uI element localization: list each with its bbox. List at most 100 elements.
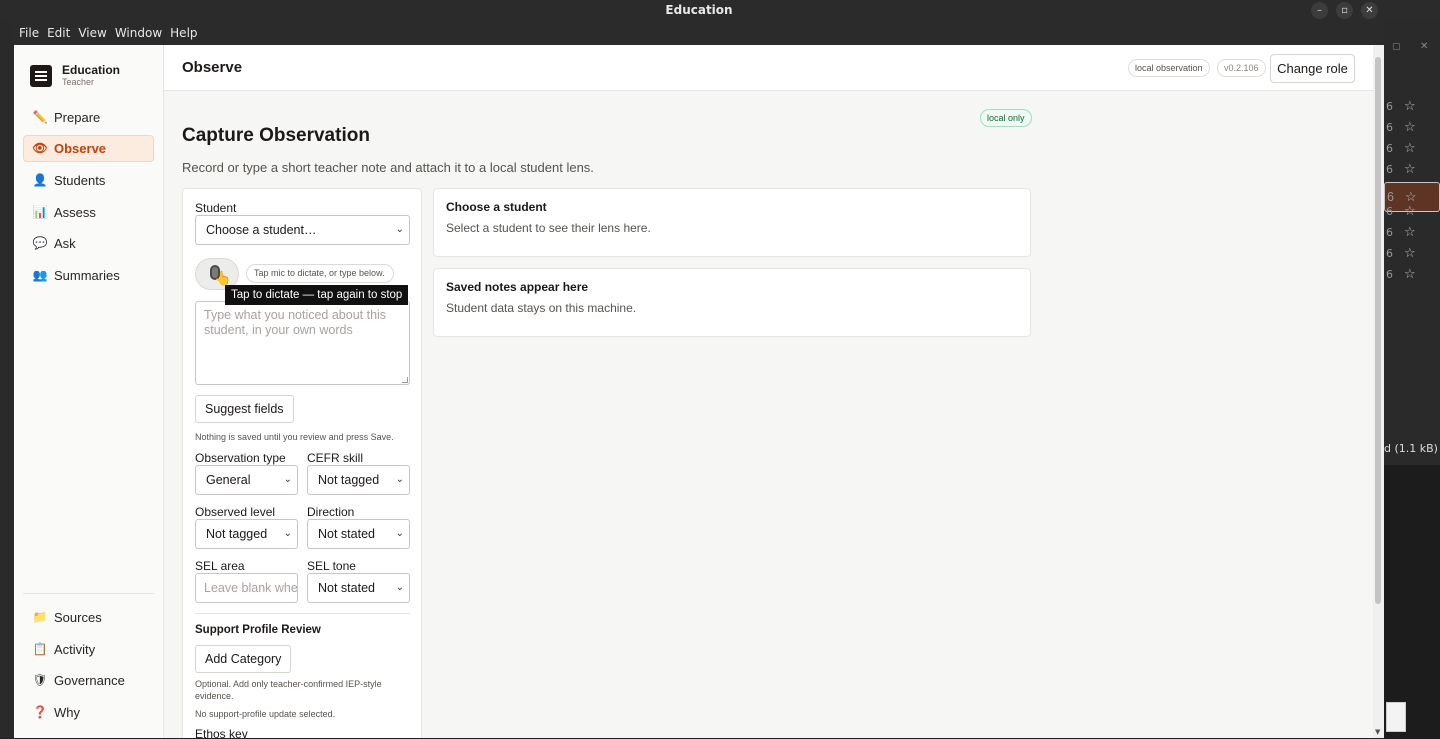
section-divider: [195, 613, 410, 614]
chevron-down-icon: ⌄: [283, 474, 292, 485]
suggest-fields-button[interactable]: Suggest fields: [195, 395, 294, 423]
ethos-key-label: Ethos key: [195, 727, 248, 738]
sidebar-item-assess[interactable]: 📊 Assess: [23, 199, 154, 226]
bg-maximize-icon: ▢: [1392, 42, 1401, 52]
section-subtitle: Record or type a short teacher note and …: [182, 160, 594, 175]
menu-file[interactable]: File: [15, 22, 43, 45]
direction-label: Direction: [307, 505, 355, 519]
support-hint: Optional. Add only teacher-confirmed IEP…: [195, 679, 382, 701]
sidebar-item-ask[interactable]: 💬 Ask: [23, 230, 154, 257]
pencil-icon: ✏️: [32, 110, 48, 124]
section-heading: Capture Observation: [182, 125, 370, 146]
saved-notes-title: Saved notes appear here: [446, 280, 589, 294]
chevron-down-icon: ⌄: [395, 582, 404, 593]
brand-role: Teacher: [62, 77, 95, 87]
note-textarea[interactable]: Type what you noticed about this student…: [195, 301, 410, 385]
bg-row: 6 ☆: [1386, 141, 1416, 156]
change-role-button[interactable]: Change role: [1270, 54, 1355, 83]
support-status: No support-profile update selected.: [195, 709, 336, 719]
sel-area-input[interactable]: Leave blank when unsure: [195, 573, 298, 603]
sidebar-item-students[interactable]: 👤 Students: [23, 167, 154, 194]
sidebar-item-label: Students: [54, 173, 106, 188]
sidebar-item-activity[interactable]: 📋 Activity: [23, 636, 154, 663]
menu-edit[interactable]: Edit: [43, 22, 74, 45]
sidebar-item-label: Summaries: [54, 268, 120, 283]
mode-badge: local observation: [1128, 59, 1210, 77]
bg-size-label: d (1.1 kB): [1384, 442, 1438, 455]
question-icon: ❓: [32, 705, 48, 719]
sidebar-item-label: Governance: [54, 673, 125, 688]
observation-form: Student Choose a student… ⌄ 👆 Tap mic to…: [182, 188, 422, 738]
window-title: Education: [665, 3, 733, 17]
sidebar-item-label: Ask: [54, 236, 76, 251]
chevron-down-icon: ⌄: [395, 528, 404, 539]
folder-icon: 📁: [32, 610, 48, 624]
page-title: Observe: [182, 59, 243, 76]
local-only-badge: local only: [980, 109, 1032, 127]
star-icon: ☆: [1404, 267, 1416, 282]
sel-tone-select[interactable]: Not stated ⌄: [307, 573, 410, 603]
star-icon: ☆: [1404, 141, 1416, 156]
sidebar-item-label: Activity: [54, 642, 96, 657]
saved-notes-card: Saved notes appear here Student data sta…: [433, 268, 1031, 337]
observed-level-label: Observed level: [195, 505, 276, 519]
sidebar-item-prepare[interactable]: ✏️ Prepare: [23, 104, 154, 131]
add-category-button[interactable]: Add Category: [195, 645, 292, 673]
title-bar: Education – ▫ ✕: [0, 0, 1440, 22]
shield-icon: 🛡: [32, 673, 48, 687]
observation-type-select[interactable]: General ⌄: [195, 465, 298, 495]
eye-icon: 👁: [32, 141, 48, 155]
student-lens-subtitle: Select a student to see their lens here.: [446, 221, 651, 235]
thumbnail-preview: [1386, 702, 1406, 732]
menu-view[interactable]: View: [74, 22, 110, 45]
bg-row: 6 ☆: [1386, 204, 1416, 219]
sel-area-label: SEL area: [195, 559, 245, 573]
bg-dark-area: [1384, 465, 1440, 739]
sidebar-item-sources[interactable]: 📁 Sources: [23, 604, 154, 631]
menu-window[interactable]: Window: [111, 22, 166, 45]
close-icon[interactable]: ✕: [1361, 2, 1378, 19]
sidebar: Education Teacher ✏️ Prepare 👁 Observe 👤…: [14, 45, 164, 738]
desktop-strip: [0, 22, 14, 738]
background-window: ▢ ✕ 6 ☆ 6 ☆ 6 ☆ 6 ☆ 6 ☆ 6 ☆ 6 ☆ 6 ☆ 6 ☆ d (1.1 kB…: [1384, 22, 1440, 739]
brand-name: Education: [62, 63, 121, 77]
note-placeholder: Type what you noticed about this student…: [204, 308, 387, 337]
saved-notes-subtitle: Student data stays on this machine.: [446, 301, 637, 315]
menu-bar: File Edit View Window Help: [14, 22, 1384, 45]
star-icon: ☆: [1404, 162, 1416, 177]
student-select[interactable]: Choose a student… ⌄: [195, 215, 410, 245]
star-icon: ☆: [1404, 204, 1416, 219]
scrollbar-thumb[interactable]: [1375, 57, 1381, 604]
sidebar-item-observe[interactable]: 👁 Observe: [23, 135, 154, 162]
scroll-down-icon[interactable]: ▼: [1375, 728, 1380, 736]
star-icon: ☆: [1404, 246, 1416, 261]
observed-level-select[interactable]: Not tagged ⌄: [195, 519, 298, 549]
bg-row: 6 ☆: [1386, 246, 1416, 261]
sidebar-item-why[interactable]: ❓ Why: [23, 699, 154, 726]
save-hint: Nothing is saved until you review and pr…: [195, 432, 394, 442]
student-lens-card: Choose a student Select a student to see…: [433, 188, 1031, 257]
minimize-icon[interactable]: –: [1311, 2, 1328, 19]
page-header: Observe local observation v0.2.106 Chang…: [164, 45, 1373, 91]
observation-type-value: General: [206, 473, 251, 487]
sidebar-item-governance[interactable]: 🛡 Governance: [23, 667, 154, 694]
sel-tone-label: SEL tone: [307, 559, 356, 573]
maximize-icon[interactable]: ▫: [1336, 2, 1353, 19]
bar-chart-icon: 📊: [32, 205, 48, 219]
sidebar-item-label: Observe: [54, 141, 107, 156]
mic-hint: Tap mic to dictate, or type below.: [246, 264, 394, 283]
clipboard-icon: 📋: [32, 642, 48, 656]
speech-bubble-icon: 💬: [32, 236, 48, 250]
chevron-down-icon: ⌄: [283, 528, 292, 539]
cefr-skill-select[interactable]: Not tagged ⌄: [307, 465, 410, 495]
direction-select[interactable]: Not stated ⌄: [307, 519, 410, 549]
bg-row: 6 ☆: [1386, 225, 1416, 240]
sidebar-item-summaries[interactable]: 👥 Summaries: [23, 262, 154, 289]
bg-row: 6 ☆: [1386, 120, 1416, 135]
bg-close-icon: ✕: [1420, 41, 1429, 52]
menu-help[interactable]: Help: [166, 22, 201, 45]
resize-handle[interactable]: [402, 377, 408, 383]
star-icon: ☆: [1404, 120, 1416, 135]
cefr-skill-label: CEFR skill: [307, 451, 363, 465]
observed-level-value: Not tagged: [206, 527, 268, 541]
